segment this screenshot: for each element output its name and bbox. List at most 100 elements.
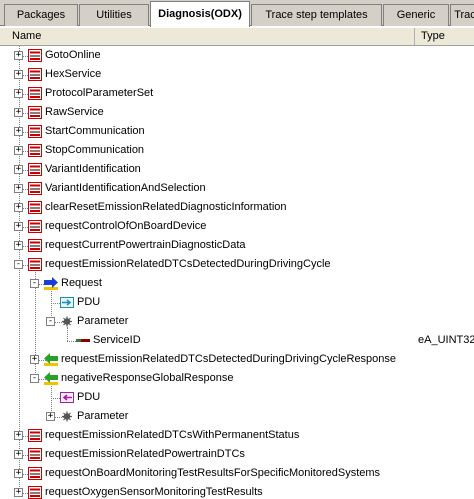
expand-icon[interactable]: +	[30, 355, 39, 364]
tree-row[interactable]: + clearResetEmissionRelatedDiagnosticInf…	[0, 198, 474, 217]
service-icon	[27, 105, 43, 120]
service-icon	[27, 124, 43, 139]
tree-row[interactable]: + requestOnBoardMonitoringTestResultsFor…	[0, 464, 474, 483]
tree-item-label: clearResetEmissionRelatedDiagnosticInfor…	[45, 201, 287, 213]
tree-item-label: Parameter	[77, 410, 129, 422]
tree-item-label: StopCommunication	[45, 144, 145, 156]
column-header: Name Type	[0, 28, 474, 46]
tree-item-label: requestEmissionRelatedDTCsDetectedDuring…	[45, 258, 331, 270]
tab-bar: Packages Utilities Diagnosis(ODX) Trace ste…	[0, 0, 474, 27]
tree-row[interactable]: PDU	[0, 293, 474, 312]
param-value-icon	[75, 333, 91, 348]
tree-row[interactable]: PDU	[0, 388, 474, 407]
tree-row[interactable]: - requestEmissionRelatedDTCsDetectedDuri…	[0, 255, 474, 274]
pdu-negative-icon	[59, 390, 75, 405]
expand-icon[interactable]: +	[14, 51, 23, 60]
service-icon	[27, 428, 43, 443]
service-icon	[27, 257, 43, 272]
service-icon	[27, 447, 43, 462]
tree-row[interactable]: + StopCommunication	[0, 141, 474, 160]
expand-icon[interactable]: +	[14, 146, 23, 155]
expand-icon[interactable]: +	[14, 488, 23, 497]
tree-item-label: VariantIdentificationAndSelection	[45, 182, 206, 194]
response-icon	[43, 371, 59, 386]
service-icon	[27, 86, 43, 101]
tab-generic[interactable]: Generic	[383, 4, 449, 26]
expand-icon[interactable]: +	[14, 165, 23, 174]
tab-packages[interactable]: Packages	[4, 4, 78, 26]
service-icon	[27, 143, 43, 158]
tree-item-label: requestOnBoardMonitoringTestResultsForSp…	[45, 467, 381, 479]
parameter-icon	[59, 409, 75, 424]
tree-item-label: HexService	[45, 68, 102, 80]
tab-utilities[interactable]: Utilities	[79, 4, 149, 26]
tree-row[interactable]: + requestOxygenSensorMonitoringTestResul…	[0, 483, 474, 499]
tree-row[interactable]: + requestEmissionRelatedDTCsWithPermanen…	[0, 426, 474, 445]
tab-trac[interactable]: Trac	[450, 4, 474, 26]
tree-item-label: requestCurrentPowertrainDiagnosticData	[45, 239, 246, 251]
pdu-icon	[59, 295, 75, 310]
type-cell: eA_UINT32	[418, 334, 474, 346]
expand-icon[interactable]: +	[14, 431, 23, 440]
tree-row[interactable]: + RawService	[0, 103, 474, 122]
collapse-icon[interactable]: -	[30, 279, 39, 288]
tree-item-label: StartCommunication	[45, 125, 145, 137]
tree-row[interactable]: + StartCommunication	[0, 122, 474, 141]
tree-item-label: PDU	[77, 391, 101, 403]
tree-row[interactable]: ServiceID eA_UINT32	[0, 331, 474, 350]
tree-row[interactable]: - negativeResponseGlobalResponse	[0, 369, 474, 388]
service-icon	[27, 238, 43, 253]
tree-row[interactable]: - Request	[0, 274, 474, 293]
expand-icon[interactable]: +	[14, 89, 23, 98]
expand-icon[interactable]: +	[14, 127, 23, 136]
tree-row[interactable]: + GotoOnline	[0, 46, 474, 65]
tree-item-label: requestControlOfOnBoardDevice	[45, 220, 207, 232]
tree-item-label: ProtocolParameterSet	[45, 87, 154, 99]
tree-row[interactable]: + requestCurrentPowertrainDiagnosticData	[0, 236, 474, 255]
service-icon	[27, 466, 43, 481]
expand-icon[interactable]: +	[14, 469, 23, 478]
tree-row[interactable]: + ProtocolParameterSet	[0, 84, 474, 103]
expand-icon[interactable]: +	[14, 70, 23, 79]
tree-item-label: Request	[61, 277, 102, 289]
tree-row[interactable]: + requestEmissionRelatedPowertrainDTCs	[0, 445, 474, 464]
type-column-header[interactable]: Type	[414, 28, 445, 45]
service-icon	[27, 485, 43, 499]
tree-row[interactable]: + VariantIdentificationAndSelection	[0, 179, 474, 198]
expand-icon[interactable]: +	[14, 203, 23, 212]
expand-icon[interactable]: +	[14, 108, 23, 117]
tree-item-label: requestOxygenSensorMonitoringTestResults	[45, 486, 263, 498]
collapse-icon[interactable]: -	[30, 374, 39, 383]
tree-row[interactable]: + requestControlOfOnBoardDevice	[0, 217, 474, 236]
parameter-icon	[59, 314, 75, 329]
expand-icon[interactable]: +	[14, 450, 23, 459]
tree-item-label: requestEmissionRelatedPowertrainDTCs	[45, 448, 245, 460]
service-icon	[27, 200, 43, 215]
tree-row[interactable]: + HexService	[0, 65, 474, 84]
tab-diagnosis-odx[interactable]: Diagnosis(ODX)	[150, 1, 250, 27]
collapse-icon[interactable]: -	[14, 260, 23, 269]
service-icon	[27, 219, 43, 234]
expand-icon[interactable]: +	[14, 241, 23, 250]
name-column-header[interactable]: Name	[0, 28, 41, 45]
expand-icon[interactable]: +	[46, 412, 55, 421]
tree-item-label: VariantIdentification	[45, 163, 141, 175]
odx-tree: + GotoOnline + HexService + ProtocolParame…	[0, 46, 474, 499]
tree-row[interactable]: - Parameter	[0, 312, 474, 331]
request-icon	[43, 276, 59, 291]
tree-item-label: negativeResponseGlobalResponse	[61, 372, 234, 384]
expand-icon[interactable]: +	[14, 222, 23, 231]
expand-icon[interactable]: +	[14, 184, 23, 193]
tree-row[interactable]: + requestEmissionRelatedDTCsDetectedDuri…	[0, 350, 474, 369]
tree-item-label: requestEmissionRelatedDTCsDetectedDuring…	[61, 353, 397, 365]
tree-item-label: RawService	[45, 106, 104, 118]
collapse-icon[interactable]: -	[46, 317, 55, 326]
service-icon	[27, 67, 43, 82]
tab-trace-step-templates[interactable]: Trace step templates	[251, 4, 382, 26]
tree-item-label: GotoOnline	[45, 49, 101, 61]
tree-item-label: Parameter	[77, 315, 129, 327]
tree-row[interactable]: + VariantIdentification	[0, 160, 474, 179]
tree-item-label: ServiceID	[93, 334, 141, 346]
tree-row[interactable]: + Parameter	[0, 407, 474, 426]
tree-item-label: requestEmissionRelatedDTCsWithPermanentS…	[45, 429, 300, 441]
